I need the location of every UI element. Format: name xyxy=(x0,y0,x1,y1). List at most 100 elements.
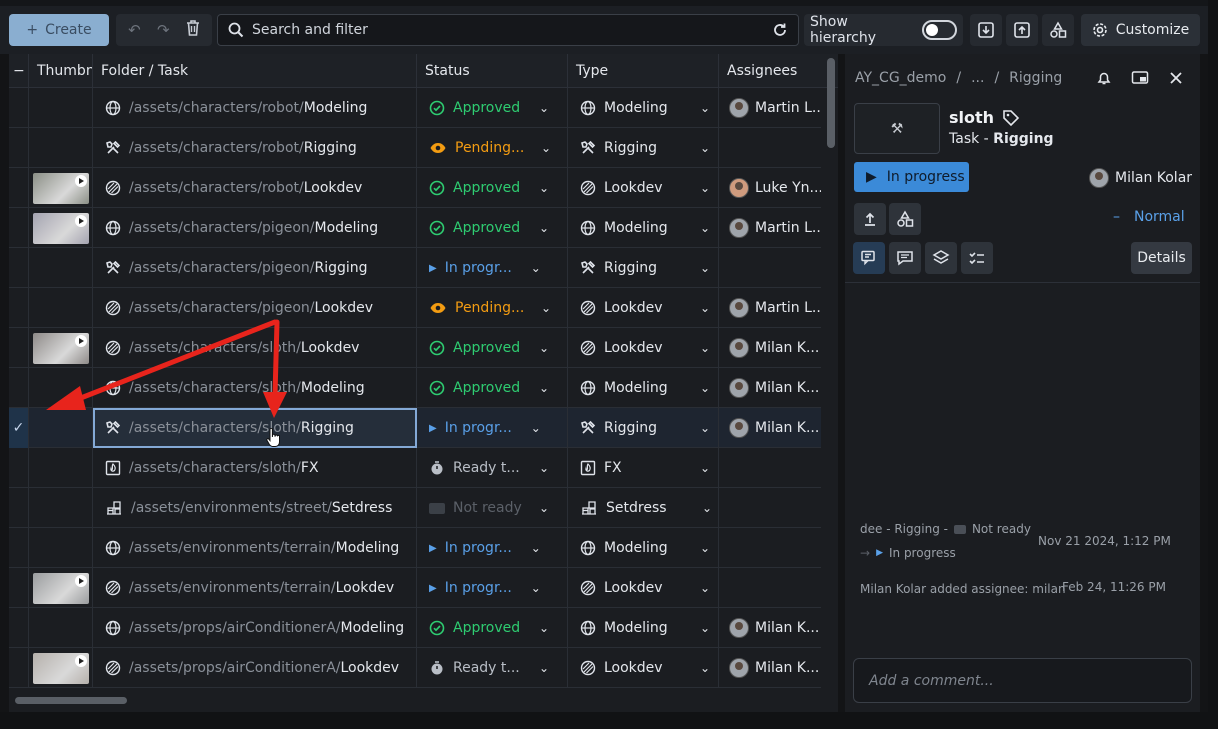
shapes-button[interactable] xyxy=(1042,14,1074,46)
table-row[interactable]: /assets/characters/pigeon/Rigging ▶ In p… xyxy=(9,248,821,288)
table-row[interactable]: /assets/characters/robot/Rigging Pending… xyxy=(9,128,821,168)
chevron-down-icon[interactable]: ⌄ xyxy=(539,101,549,115)
header-thumbnail[interactable]: Thumbn xyxy=(29,54,93,88)
publish-button[interactable] xyxy=(854,203,886,235)
play-icon[interactable] xyxy=(74,214,87,227)
assignee-cell[interactable]: Milan K... xyxy=(719,648,821,688)
folder-task-cell[interactable]: /assets/environments/terrain/Lookdev xyxy=(93,568,417,608)
status-cell[interactable]: Pending... ⌄ xyxy=(417,288,568,328)
play-icon[interactable] xyxy=(74,654,87,667)
status-dropdown[interactable]: ▶ In progress xyxy=(854,162,969,192)
search-input[interactable]: Search and filter xyxy=(217,14,799,46)
chevron-down-icon[interactable]: ⌄ xyxy=(531,421,541,435)
header-assignees[interactable]: Assignees xyxy=(719,54,838,88)
chevron-down-icon[interactable]: ⌄ xyxy=(700,301,710,315)
table-row[interactable]: /assets/characters/robot/Lookdev Approve… xyxy=(9,168,821,208)
assignee-cell[interactable]: Luke Yn... xyxy=(719,168,821,208)
chevron-down-icon[interactable]: ⌄ xyxy=(539,221,549,235)
status-cell[interactable]: Approved ⌄ xyxy=(417,368,568,408)
status-cell[interactable]: Ready t... ⌄ xyxy=(417,648,568,688)
header-type[interactable]: Type xyxy=(568,54,719,88)
status-cell[interactable]: ▶ In progr... ⌄ xyxy=(417,248,568,288)
row-checkbox[interactable] xyxy=(9,128,29,168)
chevron-down-icon[interactable]: ⌄ xyxy=(541,301,551,315)
type-cell[interactable]: Modeling ⌄ xyxy=(568,368,719,408)
table-row[interactable]: /assets/characters/pigeon/Modeling Appro… xyxy=(9,208,821,248)
priority-selector[interactable]: – Normal xyxy=(1113,209,1185,225)
comment-input[interactable]: Add a comment... xyxy=(853,658,1192,703)
vertical-scrollbar[interactable] xyxy=(827,58,835,148)
status-cell[interactable]: ▶ In progr... ⌄ xyxy=(417,528,568,568)
assignee-cell[interactable] xyxy=(719,448,821,488)
tab-comments[interactable] xyxy=(889,242,921,274)
status-cell[interactable]: Approved ⌄ xyxy=(417,608,568,648)
assignee-cell[interactable]: Milan K... xyxy=(719,368,821,408)
row-checkbox[interactable] xyxy=(9,528,29,568)
chevron-down-icon[interactable]: ⌄ xyxy=(700,541,710,555)
tab-checklist[interactable] xyxy=(961,242,993,274)
breadcrumb-ellipsis[interactable]: ... xyxy=(971,70,984,86)
chevron-down-icon[interactable]: ⌄ xyxy=(700,581,710,595)
chevron-down-icon[interactable]: ⌄ xyxy=(531,581,541,595)
chevron-down-icon[interactable]: ⌄ xyxy=(539,501,549,515)
row-checkbox[interactable] xyxy=(9,88,29,128)
chevron-down-icon[interactable]: ⌄ xyxy=(700,461,710,475)
task-thumbnail[interactable] xyxy=(32,172,89,204)
task-thumbnail[interactable] xyxy=(32,332,89,364)
play-icon[interactable] xyxy=(74,334,87,347)
folder-task-cell[interactable]: /assets/characters/robot/Modeling xyxy=(93,88,417,128)
tab-versions[interactable] xyxy=(925,242,957,274)
play-icon[interactable] xyxy=(74,574,87,587)
status-cell[interactable]: Approved ⌄ xyxy=(417,168,568,208)
chevron-down-icon[interactable]: ⌄ xyxy=(700,261,710,275)
row-checkbox[interactable] xyxy=(9,328,29,368)
assignee-cell[interactable] xyxy=(719,488,821,528)
status-cell[interactable]: Approved ⌄ xyxy=(417,328,568,368)
chevron-down-icon[interactable]: ⌄ xyxy=(539,181,549,195)
bell-icon[interactable] xyxy=(1092,66,1116,90)
type-cell[interactable]: Lookdev ⌄ xyxy=(568,648,719,688)
task-thumbnail[interactable]: ⚒ xyxy=(854,103,940,154)
redo-icon[interactable]: ↷ xyxy=(157,21,170,39)
upload-box-button[interactable] xyxy=(1006,14,1038,46)
show-hierarchy-toggle[interactable]: Show hierarchy xyxy=(804,14,963,46)
chevron-down-icon[interactable]: ⌄ xyxy=(700,181,710,195)
chevron-down-icon[interactable]: ⌄ xyxy=(702,501,712,515)
row-checkbox[interactable] xyxy=(9,488,29,528)
folder-task-cell[interactable]: /assets/characters/pigeon/Rigging xyxy=(93,248,417,288)
play-icon[interactable] xyxy=(74,174,87,187)
assignee-cell[interactable]: Martin L... xyxy=(719,208,821,248)
table-row[interactable]: /assets/props/airConditionerA/Modeling A… xyxy=(9,608,821,648)
assignee-cell[interactable] xyxy=(719,128,821,168)
chevron-down-icon[interactable]: ⌄ xyxy=(700,141,710,155)
chevron-down-icon[interactable]: ⌄ xyxy=(539,661,549,675)
type-cell[interactable]: Lookdev ⌄ xyxy=(568,568,719,608)
row-checkbox[interactable] xyxy=(9,648,29,688)
row-checkbox[interactable] xyxy=(9,568,29,608)
type-cell[interactable]: Rigging ⌄ xyxy=(568,408,719,448)
chevron-down-icon[interactable]: ⌄ xyxy=(700,221,710,235)
table-row[interactable]: /assets/characters/robot/Modeling Approv… xyxy=(9,88,821,128)
type-cell[interactable]: Modeling ⌄ xyxy=(568,608,719,648)
chevron-down-icon[interactable]: ⌄ xyxy=(531,541,541,555)
folder-task-cell[interactable]: /assets/characters/pigeon/Lookdev xyxy=(93,288,417,328)
table-row[interactable]: /assets/props/airConditionerA/Lookdev Re… xyxy=(9,648,821,688)
chevron-down-icon[interactable]: ⌄ xyxy=(700,101,710,115)
folder-task-cell[interactable]: /assets/characters/sloth/Rigging xyxy=(93,408,417,448)
chevron-down-icon[interactable]: ⌄ xyxy=(541,141,551,155)
task-thumbnail[interactable] xyxy=(32,572,89,604)
folder-task-cell[interactable]: /assets/characters/sloth/Lookdev xyxy=(93,328,417,368)
picture-in-picture-icon[interactable] xyxy=(1128,66,1152,90)
chevron-down-icon[interactable]: ⌄ xyxy=(531,261,541,275)
header-status[interactable]: Status xyxy=(417,54,568,88)
download-box-button[interactable] xyxy=(970,14,1002,46)
row-checkbox[interactable]: ✓ xyxy=(9,408,29,448)
refresh-icon[interactable] xyxy=(772,22,788,38)
chevron-down-icon[interactable]: ⌄ xyxy=(539,461,549,475)
type-cell[interactable]: Rigging ⌄ xyxy=(568,248,719,288)
table-row[interactable]: /assets/environments/terrain/Lookdev ▶ I… xyxy=(9,568,821,608)
type-cell[interactable]: Setdress ⌄ xyxy=(568,488,719,528)
chevron-down-icon[interactable]: ⌄ xyxy=(700,621,710,635)
status-cell[interactable]: Ready t... ⌄ xyxy=(417,448,568,488)
type-cell[interactable]: Lookdev ⌄ xyxy=(568,328,719,368)
